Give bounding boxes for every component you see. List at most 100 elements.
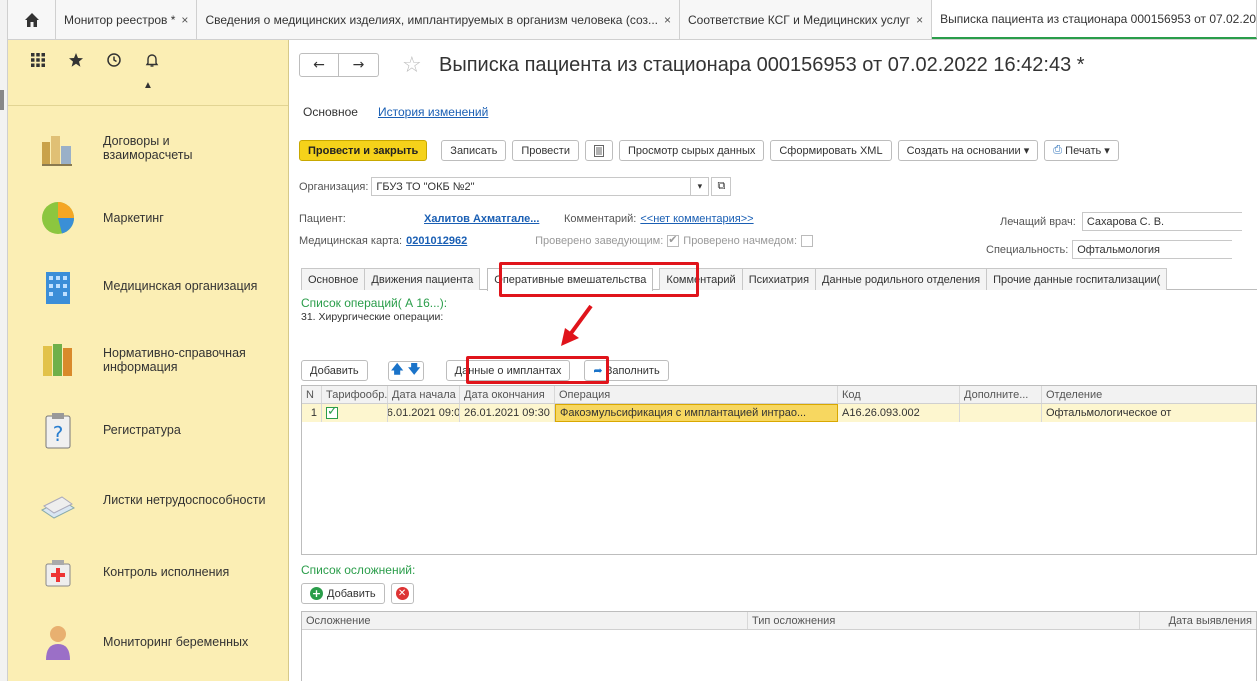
subtab-history[interactable]: История изменений	[373, 102, 493, 124]
home-icon	[24, 12, 39, 27]
col-tariff[interactable]: Тарифообр.	[322, 386, 388, 403]
card-link[interactable]: 0201012962	[406, 235, 531, 247]
sidebar-item-label: Регистратура	[103, 423, 181, 437]
sidebar-item-contracts[interactable]: Договоры и взаиморасчеты	[8, 118, 289, 178]
back-button[interactable]: ←	[299, 53, 339, 77]
checked-chief-label: Проверено начмедом:	[683, 235, 798, 247]
col-code[interactable]: Код	[838, 386, 960, 403]
move-down-icon[interactable]: 🡇	[408, 360, 420, 381]
annotation-arrow-icon	[561, 304, 593, 346]
dropdown-arrow-icon[interactable]: ▾	[691, 177, 710, 196]
close-icon[interactable]: ×	[664, 13, 671, 27]
collapse-caret-icon[interactable]: ▲	[8, 80, 288, 91]
col-end-date[interactable]: Дата окончания	[460, 386, 555, 403]
home-button[interactable]	[8, 0, 56, 39]
history-icon[interactable]	[106, 52, 122, 68]
checked-chief-checkbox[interactable]	[801, 235, 814, 247]
pie-chart-icon	[42, 202, 74, 234]
open-icon[interactable]: ⧉	[711, 177, 732, 196]
sidebar-item-reference[interactable]: Нормативно-справочная информация	[8, 330, 289, 390]
print-label: Печать	[1065, 144, 1102, 157]
sidebar-item-pregnancy[interactable]: Мониторинг беременных	[8, 612, 289, 672]
plus-icon: +	[310, 587, 323, 600]
tab-main[interactable]: Основное	[301, 268, 366, 290]
cell-code: A16.26.093.002	[838, 404, 960, 422]
org-field[interactable]: ГБУЗ ТО "ОКБ №2"	[371, 177, 692, 196]
col-n[interactable]: N	[302, 386, 322, 403]
printer-icon: ⎙	[1053, 144, 1063, 156]
col-start-date[interactable]: Дата начала	[388, 386, 460, 403]
apps-grid-icon[interactable]	[30, 52, 46, 68]
delete-complication-button[interactable]: ✕	[390, 583, 414, 604]
sidebar-item-control[interactable]: Контроль исполнения	[8, 542, 289, 602]
cell-tariff[interactable]: ✓	[322, 404, 388, 422]
patient-row: Пациент: Халитов Ахматгале... Комментари…	[299, 213, 754, 225]
patient-link[interactable]: Халитов Ахматгале...	[424, 213, 564, 225]
fill-label: Заполнить	[605, 364, 660, 377]
tab-implant-info[interactable]: Сведения о медицинских изделиях, имплант…	[197, 0, 681, 39]
write-button[interactable]: Записать	[441, 140, 507, 161]
cell-n: 1	[302, 404, 322, 422]
subtab-main[interactable]: Основное	[299, 102, 362, 124]
contracts-icon	[42, 136, 72, 166]
col-extra[interactable]: Дополните...	[960, 386, 1042, 403]
papers-icon	[41, 496, 75, 519]
post-button[interactable]: Провести	[512, 140, 579, 161]
operations-note: 31. Хирургические операции:	[301, 311, 444, 323]
tab-discharge[interactable]: Выписка пациента из стационара 000156953…	[932, 0, 1257, 39]
comment-link[interactable]: <<нет комментария>>	[640, 213, 753, 225]
highlight-box-implants	[466, 356, 609, 384]
cell-department: Офтальмологическое от	[1046, 407, 1172, 419]
col-operation[interactable]: Операция	[555, 386, 838, 403]
tab-psychiatry[interactable]: Психиатрия	[741, 268, 817, 290]
card-label: Медицинская карта:	[299, 235, 403, 247]
col-department[interactable]: Отделение	[1042, 386, 1256, 403]
clipboard-question-icon: ?	[45, 413, 71, 449]
move-buttons[interactable]: 🡅 🡇	[387, 360, 424, 381]
checked-head-checkbox[interactable]	[667, 233, 680, 247]
spec-field[interactable]: Офтальмология	[1072, 240, 1233, 259]
tariff-checkbox[interactable]: ✓	[326, 404, 338, 419]
print-button[interactable]: ⎙ Печать ▾	[1044, 140, 1119, 161]
add-label: Добавить	[327, 587, 376, 600]
sidebar-item-medical-org[interactable]: Медицинская организация	[8, 256, 289, 316]
document-list-button[interactable]	[584, 140, 613, 161]
close-icon[interactable]: ×	[916, 13, 923, 27]
top-tab-bar: Монитор реестров * × Сведения о медицинс…	[8, 0, 1257, 40]
add-complication-button[interactable]: + Добавить	[301, 583, 385, 604]
sidebar-item-label: Нормативно-справочная информация	[103, 346, 246, 374]
favorites-star-icon[interactable]	[68, 52, 84, 68]
raw-data-button[interactable]: Просмотр сырых данных	[618, 140, 765, 161]
col-complication[interactable]: Осложнение	[302, 612, 748, 629]
sidebar-item-sick-leave[interactable]: Листки нетрудоспособности	[8, 470, 289, 530]
post-and-close-button[interactable]: Провести и закрыть	[299, 140, 428, 161]
check-icon: ✓	[327, 404, 338, 419]
sidebar-item-marketing[interactable]: Маркетинг	[8, 188, 289, 248]
org-row: Организация: ГБУЗ ТО "ОКБ №2" ▾ ⧉	[299, 177, 732, 196]
move-up-icon[interactable]: 🡅	[391, 360, 403, 381]
table-row[interactable]: 1 ✓ 26.01.2021 09:00 26.01.2021 09:30 Фа…	[302, 404, 1256, 422]
sidebar-item-registry[interactable]: ? Регистратура	[8, 400, 289, 460]
generate-xml-button[interactable]: Сформировать XML	[770, 140, 892, 161]
delete-icon: ✕	[395, 587, 409, 600]
tab-other-hospital-data[interactable]: Прочие данные госпитализации(	[986, 268, 1168, 290]
sidebar-item-label: Мониторинг беременных	[103, 635, 249, 649]
org-label: Организация:	[299, 180, 369, 193]
dropdown-arrow-icon: ▾	[1023, 145, 1030, 157]
col-detection-date[interactable]: Дата выявления	[1140, 612, 1256, 629]
create-based-on-button[interactable]: Создать на основании ▾	[897, 140, 1039, 161]
col-complication-type[interactable]: Тип осложнения	[748, 612, 1140, 629]
cell-operation[interactable]: Факоэмульсификация с имплантацией интрао…	[555, 404, 838, 422]
tab-registry-monitor[interactable]: Монитор реестров * ×	[56, 0, 198, 39]
doctor-field[interactable]: Сахарова С. В.	[1081, 212, 1242, 231]
bell-icon[interactable]	[144, 52, 160, 68]
forward-button[interactable]: →	[339, 53, 379, 77]
operations-title: Список операций( А 16...):	[301, 296, 448, 310]
add-operation-button[interactable]: Добавить	[301, 360, 368, 381]
svg-text:?: ?	[53, 422, 64, 446]
tab-ksg-match[interactable]: Соответствие КСГ и Медицинских услуг ×	[680, 0, 933, 39]
favorite-star-icon[interactable]: ☆	[402, 53, 422, 78]
tab-maternity[interactable]: Данные родильного отделения	[815, 268, 988, 290]
close-icon[interactable]: ×	[181, 13, 188, 27]
tab-patient-movements[interactable]: Движения пациента	[364, 268, 481, 290]
